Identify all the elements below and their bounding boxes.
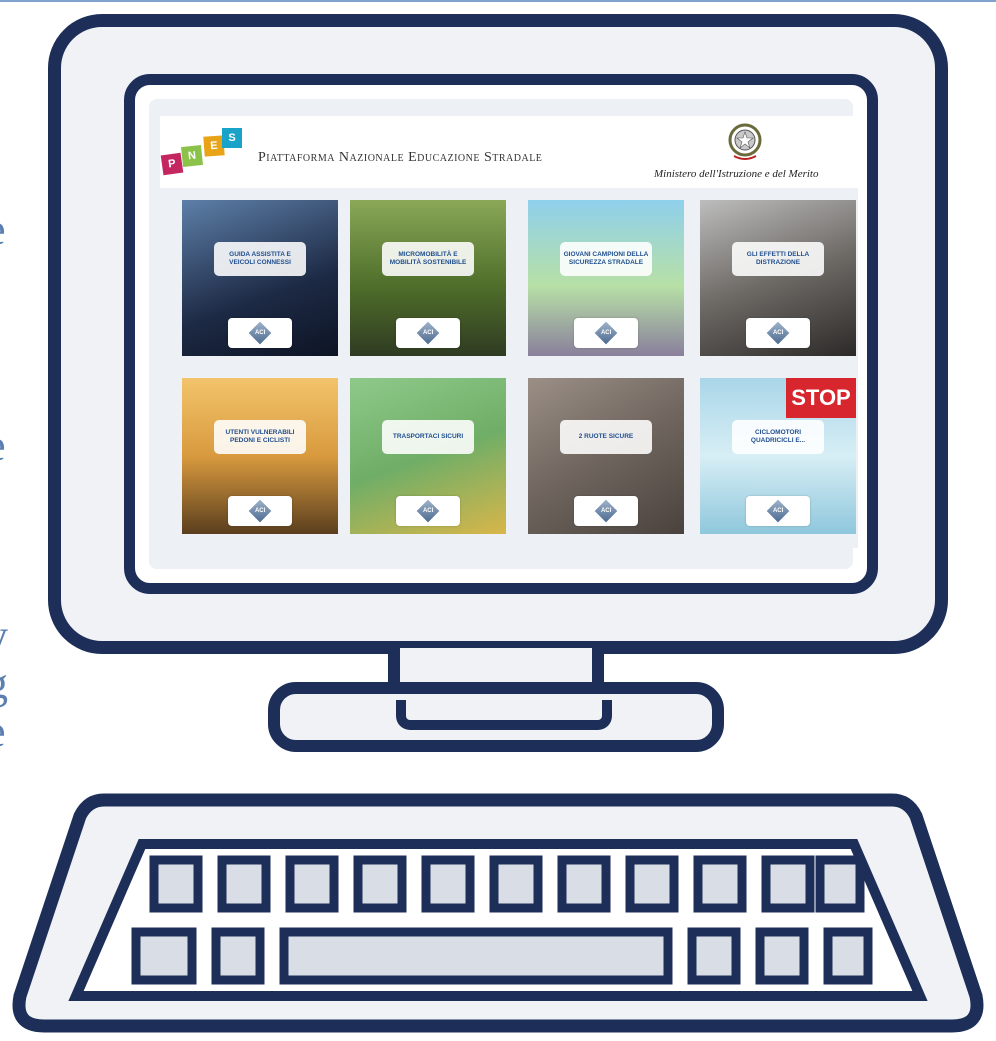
course-card-label: GLI EFFETTI DELLA DISTRAZIONE (732, 242, 824, 276)
republic-emblem-icon (728, 123, 762, 160)
logo-letter: P (160, 152, 184, 176)
course-card-label: TRASPORTACI SICURI (382, 420, 474, 454)
pnes-website: P N E S Piattaforma Nazionale Educazione… (160, 116, 858, 548)
course-card-label: GUIDA ASSISTITA E VEICOLI CONNESSI (214, 242, 306, 276)
keyboard-illustration (12, 793, 984, 1033)
course-card[interactable]: 2 RUOTE SICURE ACI (528, 378, 684, 534)
aci-badge: ACI (396, 318, 460, 348)
course-card-label: GIOVANI CAMPIONI DELLA SICUREZZA STRADAL… (560, 242, 652, 276)
site-header: P N E S Piattaforma Nazionale Educazione… (160, 116, 858, 188)
course-card[interactable]: UTENTI VULNERABILI PEDONI E CICLISTI ACI (182, 378, 338, 534)
course-card-label: UTENTI VULNERABILI PEDONI E CICLISTI (214, 420, 306, 454)
stop-sign: STOP (786, 378, 856, 418)
side-letter: e (0, 424, 6, 468)
side-letter: e (0, 208, 6, 252)
aci-badge: ACI (746, 318, 810, 348)
aci-logo-icon: ACI (766, 499, 790, 523)
course-card[interactable]: GUIDA ASSISTITA E VEICOLI CONNESSI ACI (182, 200, 338, 356)
aci-logo-icon: ACI (594, 321, 618, 345)
aci-logo-icon: ACI (594, 499, 618, 523)
site-title: Piattaforma Nazionale Educazione Stradal… (258, 150, 543, 165)
side-text-fragment: e , e l y g e (0, 180, 30, 780)
aci-badge: ACI (228, 318, 292, 348)
logo-letter: N (181, 145, 203, 167)
logo-letter: S (222, 128, 242, 148)
course-card[interactable]: MICROMOBILITÀ E MOBILITÀ SOSTENIBILE ACI (350, 200, 506, 356)
course-card-label: 2 RUOTE SICURE (560, 420, 652, 454)
aci-badge: ACI (574, 318, 638, 348)
side-letter: y (0, 614, 8, 658)
pnes-logo[interactable]: P N E S (160, 128, 242, 184)
aci-badge: ACI (574, 496, 638, 526)
aci-logo-icon: ACI (248, 321, 272, 345)
aci-badge: ACI (396, 496, 460, 526)
course-card-label: CICLOMOTORI QUADRICICLI E... (732, 420, 824, 454)
aci-logo-icon: ACI (766, 321, 790, 345)
aci-badge: ACI (228, 496, 292, 526)
course-card[interactable]: TRASPORTACI SICURI ACI (350, 378, 506, 534)
course-card-label: MICROMOBILITÀ E MOBILITÀ SOSTENIBILE (382, 242, 474, 276)
top-rule (0, 0, 996, 2)
side-letter: g (0, 662, 8, 706)
aci-logo-icon: ACI (416, 499, 440, 523)
course-card[interactable]: GLI EFFETTI DELLA DISTRAZIONE ACI (700, 200, 856, 356)
side-letter: e (0, 710, 6, 754)
aci-badge: ACI (746, 496, 810, 526)
monitor-stand (268, 682, 724, 752)
course-grid: GUIDA ASSISTITA E VEICOLI CONNESSI ACI M… (160, 188, 858, 548)
course-card[interactable]: GIOVANI CAMPIONI DELLA SICUREZZA STRADAL… (528, 200, 684, 356)
aci-logo-icon: ACI (248, 499, 272, 523)
aci-logo-icon: ACI (416, 321, 440, 345)
course-card[interactable]: STOP CICLOMOTORI QUADRICICLI E... ACI (700, 378, 856, 534)
ministry-name: Ministero dell'Istruzione e del Merito (654, 168, 819, 180)
